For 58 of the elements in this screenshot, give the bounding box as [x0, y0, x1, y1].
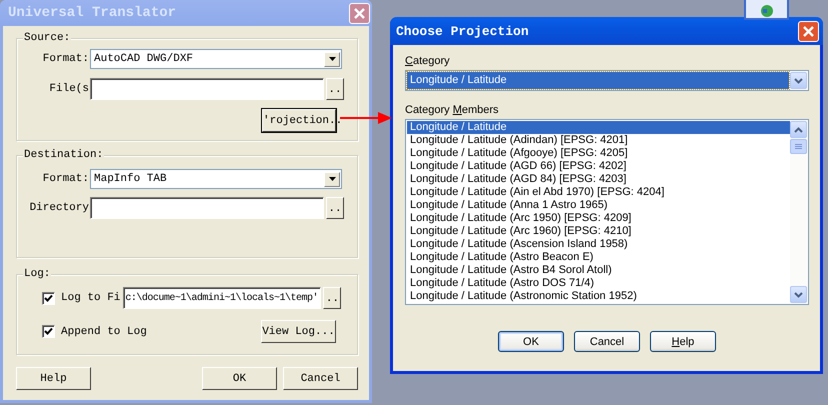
close-button[interactable]: [798, 20, 819, 42]
list-item[interactable]: Longitude / Latitude (Anna 1 Astro 1965): [407, 199, 790, 212]
grip-icon: [795, 144, 802, 150]
browse-button[interactable]: ..: [326, 197, 344, 219]
window-title: Universal Translator: [8, 5, 176, 21]
scrollbar[interactable]: [790, 121, 807, 303]
list-item[interactable]: Longitude / Latitude (AGD 84) [EPSG: 4203]: [407, 173, 790, 186]
field-label: Format:: [42, 53, 90, 65]
check-icon: [44, 327, 53, 336]
list-item[interactable]: Longitude / Latitude (Astro DOS 71/4): [407, 277, 790, 290]
field-label: Format:: [42, 173, 90, 185]
dialog-button[interactable]: OK: [498, 331, 564, 352]
dialog-button[interactable]: Cancel: [574, 331, 640, 352]
checkbox[interactable]: [42, 325, 55, 338]
list-item[interactable]: Longitude / Latitude (Astro Beacon E): [407, 251, 790, 264]
view-log-button[interactable]: View Log...: [261, 320, 336, 343]
field-label: File(s: [48, 83, 90, 95]
check-icon: [44, 294, 53, 302]
list-item[interactable]: Longitude / Latitude (AGD 66) [EPSG: 4202]: [407, 160, 790, 173]
list-item[interactable]: Longitude / Latitude (Adindan) [EPSG: 4201]: [407, 134, 790, 147]
input-field[interactable]: [90, 78, 324, 100]
members-label: Category Members: [405, 104, 500, 116]
checkbox[interactable]: [42, 292, 55, 304]
dialog-title: Choose Projection: [396, 24, 529, 38]
list-item[interactable]: Longitude / Latitude (Astronomic Station 1952): [407, 290, 790, 303]
chevron-up-icon: [794, 126, 803, 132]
input-field[interactable]: [90, 197, 324, 219]
browse-button[interactable]: ..: [326, 78, 344, 100]
globe-icon: [760, 4, 774, 18]
category-dropdown[interactable]: Longitude / Latitude: [405, 70, 809, 91]
dialog-button[interactable]: OK: [202, 367, 277, 390]
caret-icon: [328, 57, 336, 61]
caret-icon: [328, 177, 336, 181]
list-item[interactable]: Longitude / Latitude (Arc 1950) [EPSG: 4209]: [407, 212, 790, 225]
list-item[interactable]: Longitude / Latitude (Ascension Island 1958): [407, 238, 790, 251]
log-path-field[interactable]: c:\docume~1\admini~1\locals~1\temp': [123, 287, 322, 309]
dialog-button[interactable]: Cancel: [283, 367, 358, 390]
close-icon: [803, 26, 814, 36]
category-label: Category: [405, 55, 451, 67]
group-legend: Log:: [23, 268, 52, 280]
list-item[interactable]: Longitude / Latitude (Afgooye) [EPSG: 4205]: [407, 147, 790, 160]
list-item[interactable]: Longitude / Latitude: [407, 121, 790, 134]
list-item[interactable]: Longitude / Latitude (Astro B4 Sorol Atoll): [407, 264, 790, 277]
list-item[interactable]: Longitude / Latitude (Ain el Abd 1970) [EPSG: 4204]: [407, 186, 790, 199]
format-dropdown[interactable]: AutoCAD DWG/DXF: [90, 49, 342, 69]
field-label: Directory: [28, 202, 90, 214]
help-button[interactable]: Help: [16, 367, 91, 390]
dialog-button[interactable]: Help: [650, 331, 716, 352]
close-button[interactable]: [349, 2, 370, 24]
chevron-down-icon: [794, 78, 803, 84]
checkbox-label: Append to Log: [61, 326, 147, 338]
pointer-arrow: [340, 111, 392, 125]
checkbox-label: Log to Fi: [61, 292, 120, 304]
browse-button[interactable]: ..: [323, 287, 342, 309]
chevron-down-icon: [794, 292, 803, 298]
list-item[interactable]: Longitude / Latitude (Arc 1960) [EPSG: 4210]: [407, 225, 790, 238]
format-dropdown[interactable]: MapInfo TAB: [90, 169, 342, 189]
close-icon: [354, 8, 365, 18]
